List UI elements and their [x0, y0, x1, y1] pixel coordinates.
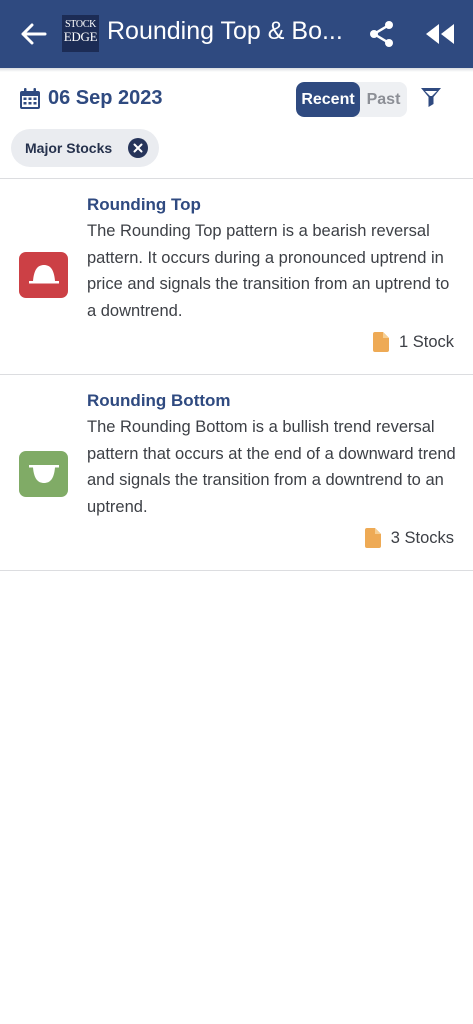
pattern-description: The Rounding Bottom is a bullish trend r…: [87, 418, 456, 516]
page-title: Rounding Top & Bo...: [107, 17, 343, 45]
tab-past[interactable]: Past: [360, 82, 407, 117]
back-arrow-icon[interactable]: [18, 18, 50, 50]
rewind-icon[interactable]: [424, 23, 456, 45]
stock-count[interactable]: 1 Stock: [372, 332, 454, 352]
stockedge-logo: STOCK EDGE: [62, 15, 99, 52]
filter-chip-major-stocks[interactable]: Major Stocks: [11, 129, 159, 167]
calendar-icon[interactable]: [19, 88, 41, 110]
app-bar: STOCK EDGE Rounding Top & Bo...: [0, 0, 473, 68]
pattern-card-rounding-top[interactable]: Rounding Top The Rounding Top pattern is…: [0, 179, 473, 374]
recent-past-toggle: Recent Past: [296, 82, 407, 117]
document-icon: [372, 332, 389, 352]
pattern-title: Rounding Bottom: [87, 391, 231, 410]
rounding-bottom-icon: [19, 451, 68, 497]
divider: [0, 570, 473, 571]
stock-count[interactable]: 3 Stocks: [364, 528, 454, 548]
chip-label: Major Stocks: [25, 140, 113, 156]
pattern-card-rounding-bottom[interactable]: Rounding Bottom The Rounding Bottom is a…: [0, 375, 473, 570]
share-icon[interactable]: [369, 20, 395, 48]
filter-icon[interactable]: [420, 86, 442, 110]
selected-date[interactable]: 06 Sep 2023: [48, 87, 163, 110]
tab-recent[interactable]: Recent: [296, 82, 360, 117]
rounding-top-icon: [19, 252, 68, 298]
pattern-description: The Rounding Top pattern is a bearish re…: [87, 222, 450, 320]
date-filter-bar: 06 Sep 2023 Recent Past: [0, 72, 473, 127]
document-icon: [364, 528, 381, 548]
close-icon[interactable]: [128, 138, 148, 158]
pattern-title: Rounding Top: [87, 195, 201, 214]
